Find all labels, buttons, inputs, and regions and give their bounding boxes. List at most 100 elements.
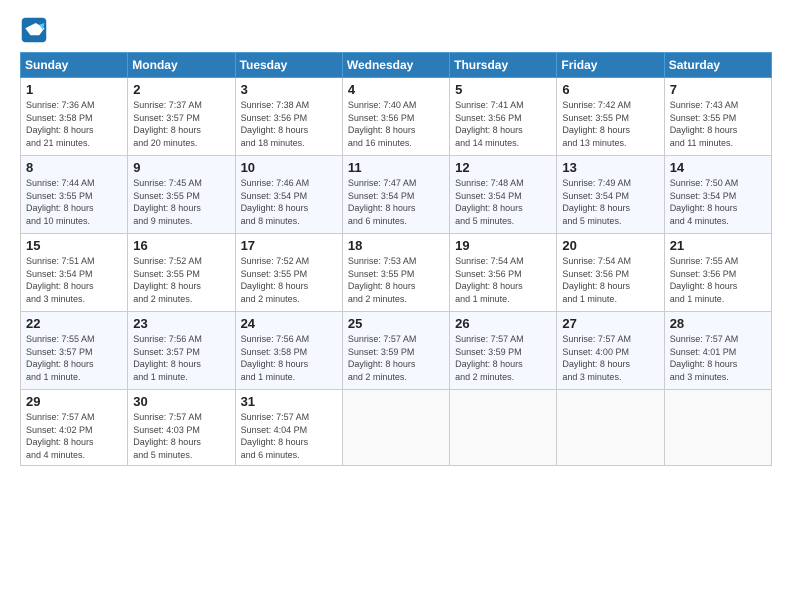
day-number: 7 xyxy=(670,82,766,97)
calendar-cell: 2 Sunrise: 7:37 AM Sunset: 3:57 PM Daylig… xyxy=(128,78,235,156)
day-number: 29 xyxy=(26,394,122,409)
week-row-1: 1 Sunrise: 7:36 AM Sunset: 3:58 PM Daylig… xyxy=(21,78,772,156)
day-info: Sunrise: 7:57 AM Sunset: 4:02 PM Dayligh… xyxy=(26,411,122,461)
day-number: 21 xyxy=(670,238,766,253)
day-number: 31 xyxy=(241,394,337,409)
calendar-cell: 25 Sunrise: 7:57 AM Sunset: 3:59 PM Dayli… xyxy=(342,312,449,390)
calendar-cell: 23 Sunrise: 7:56 AM Sunset: 3:57 PM Dayli… xyxy=(128,312,235,390)
calendar-cell: 19 Sunrise: 7:54 AM Sunset: 3:56 PM Dayli… xyxy=(450,234,557,312)
day-info: Sunrise: 7:52 AM Sunset: 3:55 PM Dayligh… xyxy=(241,255,337,305)
day-number: 16 xyxy=(133,238,229,253)
col-header-thursday: Thursday xyxy=(450,53,557,78)
day-info: Sunrise: 7:52 AM Sunset: 3:55 PM Dayligh… xyxy=(133,255,229,305)
calendar-cell: 5 Sunrise: 7:41 AM Sunset: 3:56 PM Daylig… xyxy=(450,78,557,156)
day-info: Sunrise: 7:48 AM Sunset: 3:54 PM Dayligh… xyxy=(455,177,551,227)
day-info: Sunrise: 7:55 AM Sunset: 3:57 PM Dayligh… xyxy=(26,333,122,383)
day-info: Sunrise: 7:41 AM Sunset: 3:56 PM Dayligh… xyxy=(455,99,551,149)
day-info: Sunrise: 7:38 AM Sunset: 3:56 PM Dayligh… xyxy=(241,99,337,149)
calendar-cell: 4 Sunrise: 7:40 AM Sunset: 3:56 PM Daylig… xyxy=(342,78,449,156)
day-number: 12 xyxy=(455,160,551,175)
calendar-cell: 11 Sunrise: 7:47 AM Sunset: 3:54 PM Dayli… xyxy=(342,156,449,234)
calendar-cell: 1 Sunrise: 7:36 AM Sunset: 3:58 PM Daylig… xyxy=(21,78,128,156)
calendar-cell: 28 Sunrise: 7:57 AM Sunset: 4:01 PM Dayli… xyxy=(664,312,771,390)
day-info: Sunrise: 7:46 AM Sunset: 3:54 PM Dayligh… xyxy=(241,177,337,227)
calendar-cell: 3 Sunrise: 7:38 AM Sunset: 3:56 PM Daylig… xyxy=(235,78,342,156)
day-info: Sunrise: 7:50 AM Sunset: 3:54 PM Dayligh… xyxy=(670,177,766,227)
calendar-table: SundayMondayTuesdayWednesdayThursdayFrid… xyxy=(20,52,772,466)
day-number: 11 xyxy=(348,160,444,175)
day-number: 3 xyxy=(241,82,337,97)
calendar-cell: 29 Sunrise: 7:57 AM Sunset: 4:02 PM Dayli… xyxy=(21,390,128,466)
calendar-cell: 21 Sunrise: 7:55 AM Sunset: 3:56 PM Dayli… xyxy=(664,234,771,312)
calendar-cell xyxy=(450,390,557,466)
day-info: Sunrise: 7:40 AM Sunset: 3:56 PM Dayligh… xyxy=(348,99,444,149)
week-row-4: 22 Sunrise: 7:55 AM Sunset: 3:57 PM Dayli… xyxy=(21,312,772,390)
day-info: Sunrise: 7:43 AM Sunset: 3:55 PM Dayligh… xyxy=(670,99,766,149)
calendar-cell: 13 Sunrise: 7:49 AM Sunset: 3:54 PM Dayli… xyxy=(557,156,664,234)
calendar-cell: 27Sunrise: 7:57 AM Sunset: 4:00 PM Dayli… xyxy=(557,312,664,390)
day-info: Sunrise: 7:57 AM Sunset: 4:04 PM Dayligh… xyxy=(241,411,337,461)
day-number: 10 xyxy=(241,160,337,175)
col-header-saturday: Saturday xyxy=(664,53,771,78)
day-info: Sunrise: 7:57 AM Sunset: 4:00 PM Dayligh… xyxy=(562,333,658,383)
day-number: 14 xyxy=(670,160,766,175)
day-number: 20 xyxy=(562,238,658,253)
day-number: 28 xyxy=(670,316,766,331)
day-info: Sunrise: 7:51 AM Sunset: 3:54 PM Dayligh… xyxy=(26,255,122,305)
calendar-cell: 10 Sunrise: 7:46 AM Sunset: 3:54 PM Dayli… xyxy=(235,156,342,234)
day-number: 5 xyxy=(455,82,551,97)
day-number: 6 xyxy=(562,82,658,97)
day-info: Sunrise: 7:37 AM Sunset: 3:57 PM Dayligh… xyxy=(133,99,229,149)
day-info: Sunrise: 7:57 AM Sunset: 4:03 PM Dayligh… xyxy=(133,411,229,461)
col-header-friday: Friday xyxy=(557,53,664,78)
day-info: Sunrise: 7:42 AM Sunset: 3:55 PM Dayligh… xyxy=(562,99,658,149)
day-number: 23 xyxy=(133,316,229,331)
day-info: Sunrise: 7:45 AM Sunset: 3:55 PM Dayligh… xyxy=(133,177,229,227)
day-info: Sunrise: 7:55 AM Sunset: 3:56 PM Dayligh… xyxy=(670,255,766,305)
logo xyxy=(20,16,52,44)
col-header-tuesday: Tuesday xyxy=(235,53,342,78)
day-number: 26 xyxy=(455,316,551,331)
page-container: SundayMondayTuesdayWednesdayThursdayFrid… xyxy=(0,0,792,476)
day-info: Sunrise: 7:56 AM Sunset: 3:58 PM Dayligh… xyxy=(241,333,337,383)
day-info: Sunrise: 7:53 AM Sunset: 3:55 PM Dayligh… xyxy=(348,255,444,305)
header xyxy=(20,16,772,44)
day-info: Sunrise: 7:57 AM Sunset: 3:59 PM Dayligh… xyxy=(455,333,551,383)
calendar-cell: 22 Sunrise: 7:55 AM Sunset: 3:57 PM Dayli… xyxy=(21,312,128,390)
day-info: Sunrise: 7:47 AM Sunset: 3:54 PM Dayligh… xyxy=(348,177,444,227)
day-number: 8 xyxy=(26,160,122,175)
calendar-cell: 20 Sunrise: 7:54 AM Sunset: 3:56 PM Dayli… xyxy=(557,234,664,312)
week-row-5: 29 Sunrise: 7:57 AM Sunset: 4:02 PM Dayli… xyxy=(21,390,772,466)
day-number: 13 xyxy=(562,160,658,175)
day-number: 4 xyxy=(348,82,444,97)
logo-icon xyxy=(20,16,48,44)
day-number: 24 xyxy=(241,316,337,331)
col-header-wednesday: Wednesday xyxy=(342,53,449,78)
day-number: 19 xyxy=(455,238,551,253)
day-number: 15 xyxy=(26,238,122,253)
day-info: Sunrise: 7:49 AM Sunset: 3:54 PM Dayligh… xyxy=(562,177,658,227)
day-info: Sunrise: 7:57 AM Sunset: 3:59 PM Dayligh… xyxy=(348,333,444,383)
day-number: 1 xyxy=(26,82,122,97)
day-number: 9 xyxy=(133,160,229,175)
day-info: Sunrise: 7:54 AM Sunset: 3:56 PM Dayligh… xyxy=(455,255,551,305)
day-number: 22 xyxy=(26,316,122,331)
day-info: Sunrise: 7:56 AM Sunset: 3:57 PM Dayligh… xyxy=(133,333,229,383)
col-header-sunday: Sunday xyxy=(21,53,128,78)
calendar-cell: 8 Sunrise: 7:44 AM Sunset: 3:55 PM Daylig… xyxy=(21,156,128,234)
day-info: Sunrise: 7:54 AM Sunset: 3:56 PM Dayligh… xyxy=(562,255,658,305)
calendar-body: 1 Sunrise: 7:36 AM Sunset: 3:58 PM Daylig… xyxy=(21,78,772,466)
day-number: 25 xyxy=(348,316,444,331)
calendar-cell xyxy=(557,390,664,466)
day-info: Sunrise: 7:44 AM Sunset: 3:55 PM Dayligh… xyxy=(26,177,122,227)
calendar-cell: 12 Sunrise: 7:48 AM Sunset: 3:54 PM Dayli… xyxy=(450,156,557,234)
calendar-header: SundayMondayTuesdayWednesdayThursdayFrid… xyxy=(21,53,772,78)
calendar-cell: 18Sunrise: 7:53 AM Sunset: 3:55 PM Dayli… xyxy=(342,234,449,312)
day-info: Sunrise: 7:57 AM Sunset: 4:01 PM Dayligh… xyxy=(670,333,766,383)
calendar-cell: 24 Sunrise: 7:56 AM Sunset: 3:58 PM Dayli… xyxy=(235,312,342,390)
calendar-cell: 14 Sunrise: 7:50 AM Sunset: 3:54 PM Dayli… xyxy=(664,156,771,234)
calendar-cell: 16 Sunrise: 7:52 AM Sunset: 3:55 PM Dayli… xyxy=(128,234,235,312)
calendar-cell: 9 Sunrise: 7:45 AM Sunset: 3:55 PM Daylig… xyxy=(128,156,235,234)
day-info: Sunrise: 7:36 AM Sunset: 3:58 PM Dayligh… xyxy=(26,99,122,149)
day-number: 2 xyxy=(133,82,229,97)
